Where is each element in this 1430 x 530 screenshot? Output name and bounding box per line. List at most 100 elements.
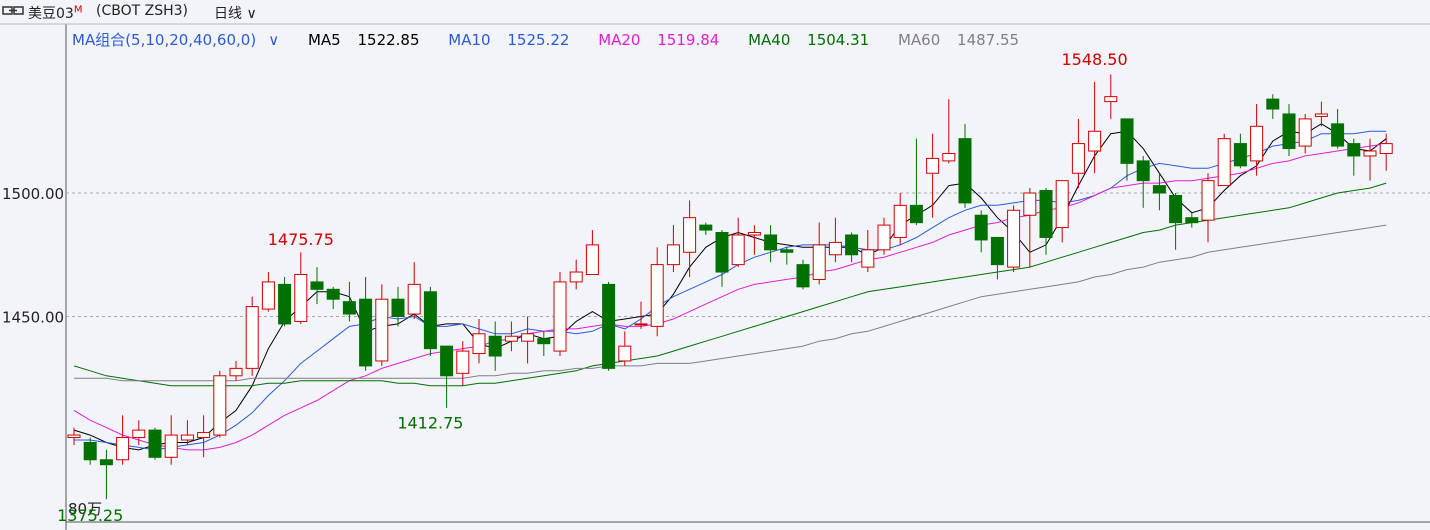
- candle-body: [456, 350, 470, 374]
- candle-up: [1023, 188, 1037, 268]
- candle-down: [99, 449, 113, 500]
- candle-down: [537, 331, 551, 357]
- candle-up: [861, 230, 875, 273]
- candle-body: [926, 157, 940, 174]
- candle-up: [812, 222, 826, 285]
- candle-body: [180, 434, 194, 441]
- candle-up: [407, 262, 421, 319]
- candle-body: [229, 367, 243, 377]
- candle-down: [1282, 104, 1296, 156]
- candle-down: [391, 286, 405, 327]
- candle-body: [1266, 98, 1280, 110]
- candle-up: [683, 200, 697, 277]
- candle-body: [245, 306, 259, 369]
- candle-body: [1347, 143, 1361, 157]
- candle-up: [1055, 180, 1069, 243]
- candle-body: [1201, 180, 1215, 221]
- candle-body: [488, 335, 502, 357]
- candle-up: [1088, 81, 1102, 174]
- candle-body: [164, 434, 178, 458]
- candle-body: [342, 301, 356, 315]
- candle-down: [1331, 109, 1345, 149]
- candle-body: [1314, 113, 1328, 117]
- candle-body: [764, 234, 778, 251]
- candle-down: [780, 247, 794, 265]
- candles: [67, 74, 1393, 500]
- candle-body: [1298, 118, 1312, 147]
- candle-body: [375, 298, 389, 362]
- candle-body: [634, 323, 648, 326]
- candle-up: [116, 415, 130, 465]
- candle-body: [1233, 143, 1247, 167]
- candle-body: [132, 429, 146, 439]
- candle-down: [1169, 193, 1183, 250]
- candle-up: [229, 360, 243, 381]
- candle-body: [1136, 160, 1150, 182]
- candle-body: [504, 335, 518, 342]
- annotations: 1475.75 1412.75 1548.50 1375.25: [57, 50, 1128, 525]
- candle-body: [796, 264, 810, 288]
- candle-body: [472, 333, 486, 355]
- y-tick-label: 1450.00: [2, 309, 64, 327]
- candle-body: [553, 281, 567, 352]
- candle-body: [780, 249, 794, 253]
- candle-up: [261, 272, 275, 312]
- candle-up: [1007, 205, 1021, 273]
- candle-body: [877, 224, 891, 251]
- candle-down: [342, 281, 356, 322]
- candle-body: [683, 217, 697, 253]
- candle-up: [1379, 133, 1393, 171]
- candle-body: [1363, 150, 1377, 157]
- candle-up: [942, 99, 956, 164]
- candle-body: [83, 441, 97, 461]
- candle-up: [164, 415, 178, 465]
- candle-up: [504, 321, 518, 352]
- candle-body: [1379, 143, 1393, 154]
- candle-up: [213, 370, 227, 438]
- candle-body: [310, 281, 324, 290]
- candle-up: [618, 331, 632, 366]
- candle-down: [715, 230, 729, 287]
- candlestick-chart[interactable]: 1500.001450.0080万 1475.751412.751548.501…: [0, 0, 1430, 530]
- candle-body: [1071, 143, 1085, 174]
- candle-up: [197, 415, 211, 458]
- candle-body: [828, 241, 842, 256]
- candle-body: [569, 271, 583, 283]
- candle-body: [1055, 180, 1069, 229]
- chart-grid: 1500.001450.0080万: [0, 23, 1430, 530]
- candle-down: [699, 222, 713, 235]
- candle-down: [83, 437, 97, 465]
- candle-body: [537, 338, 551, 345]
- candle-up: [67, 427, 81, 445]
- candle-body: [1250, 125, 1264, 162]
- candle-down: [602, 281, 616, 371]
- candle-down: [1120, 118, 1134, 181]
- candle-body: [521, 333, 535, 342]
- candle-body: [99, 459, 113, 466]
- candle-body: [1023, 192, 1037, 216]
- candle-body: [423, 291, 437, 350]
- candle-up: [553, 272, 567, 357]
- candle-up: [828, 217, 842, 263]
- candle-up: [926, 133, 940, 218]
- candle-body: [148, 429, 162, 458]
- candle-body: [213, 375, 227, 436]
- candle-down: [440, 345, 454, 408]
- candle-up: [893, 193, 907, 245]
- candle-body: [391, 298, 405, 317]
- candle-body: [1120, 118, 1134, 164]
- candle-down: [1136, 155, 1150, 208]
- candle-body: [197, 432, 211, 439]
- candle-body: [359, 298, 373, 367]
- candle-up: [1217, 133, 1231, 187]
- candle-up: [731, 217, 745, 268]
- candle-up: [1314, 101, 1328, 127]
- candle-down: [974, 210, 988, 253]
- candle-body: [666, 244, 680, 266]
- candle-down: [359, 276, 373, 371]
- candle-body: [893, 204, 907, 238]
- candle-body: [1169, 194, 1183, 224]
- candle-body: [440, 345, 454, 377]
- candle-down: [326, 286, 340, 310]
- candle-down: [796, 259, 810, 290]
